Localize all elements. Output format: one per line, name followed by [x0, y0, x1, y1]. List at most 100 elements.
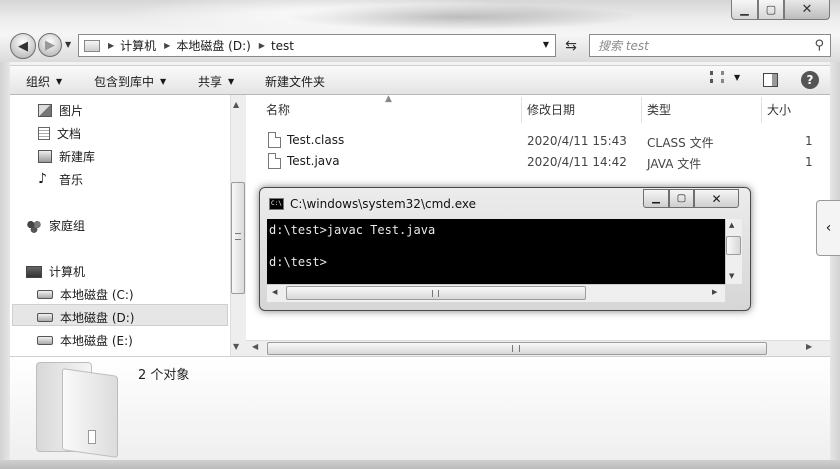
cmd-window-title: C:\windows\system32\cmd.exe — [290, 197, 476, 211]
folder-icon — [84, 39, 100, 52]
chevron-down-icon: ▼ — [734, 72, 741, 82]
close-button[interactable]: ✕ — [784, 0, 830, 20]
minimize-icon: ▁ — [652, 193, 660, 204]
scroll-right-icon[interactable]: ▶ — [806, 342, 812, 351]
include-in-library-button[interactable]: 包含到库中 ▼ — [94, 73, 166, 90]
chevron-down-icon: ▼ — [228, 77, 235, 86]
nav-item-music[interactable]: ♪ 音乐 — [38, 171, 83, 188]
share-label: 共享 — [198, 75, 223, 89]
scroll-up-icon[interactable]: ▲ — [233, 100, 239, 109]
window-bottom-border — [0, 460, 840, 469]
chevron-right-icon[interactable]: ▶ — [259, 41, 265, 50]
cmd-close-button[interactable]: ✕ — [694, 189, 739, 208]
chevron-right-icon[interactable]: ▶ — [108, 41, 114, 50]
window-left-border — [0, 62, 10, 462]
nav-item-drive-d[interactable]: 本地磁盘 (D:) — [37, 309, 134, 326]
column-header-date[interactable]: 修改日期 — [527, 101, 575, 118]
scroll-down-icon[interactable]: ▼ — [233, 342, 239, 351]
help-icon[interactable]: ? — [801, 71, 819, 89]
command-bar: 组织 ▼ 包含到库中 ▼ 共享 ▼ 新建文件夹 ▼ ? — [10, 65, 830, 95]
column-divider[interactable] — [761, 97, 762, 123]
details-pane — [10, 356, 830, 460]
file-row[interactable]: Test.java — [268, 153, 340, 169]
breadcrumb-test[interactable]: test — [271, 39, 294, 53]
close-icon: ✕ — [711, 191, 722, 206]
change-view-button[interactable]: ▼ — [710, 71, 740, 83]
nav-item-label: 家庭组 — [49, 219, 86, 233]
chevron-down-icon[interactable]: ▼ — [543, 40, 549, 49]
object-count: 2 个对象 — [138, 368, 190, 383]
refresh-button[interactable]: ⇆ — [560, 36, 582, 56]
preview-pane-icon[interactable] — [763, 73, 778, 87]
side-panel-toggle[interactable]: ‹ — [816, 200, 840, 256]
cmd-maximize-button[interactable]: ▢ — [669, 189, 694, 208]
column-header-name[interactable]: 名称 — [266, 101, 290, 118]
sort-ascending-icon: ▲ — [385, 94, 392, 104]
scrollbar-grip — [512, 345, 520, 352]
nav-item-label: 本地磁盘 (D:) — [60, 311, 135, 325]
chevron-left-icon: ‹ — [825, 220, 832, 236]
organize-label: 组织 — [26, 75, 51, 89]
console-line: d:\test>javac Test.java — [269, 223, 436, 237]
nav-item-label: 本地磁盘 (C:) — [60, 288, 134, 302]
file-name: Test.class — [287, 133, 345, 147]
scroll-left-icon[interactable]: ◀ — [272, 288, 277, 296]
scroll-down-icon[interactable]: ▼ — [729, 272, 734, 280]
search-input[interactable]: 搜索 test ⚲ — [589, 34, 831, 57]
console-vscrollbar-thumb[interactable] — [726, 236, 741, 255]
nav-item-computer[interactable]: 计算机 — [26, 263, 85, 280]
nav-item-label: 图片 — [59, 104, 84, 118]
file-icon — [268, 153, 281, 169]
new-folder-label: 新建文件夹 — [265, 75, 326, 89]
glass-reflection-dark — [280, 4, 640, 30]
breadcrumb-drive-d[interactable]: 本地磁盘 (D:) — [176, 37, 250, 54]
minimize-icon: ▁ — [740, 3, 749, 16]
new-folder-button[interactable]: 新建文件夹 — [265, 73, 325, 90]
scrollbar-grip — [432, 290, 439, 297]
drive-d-icon — [37, 313, 53, 322]
documents-icon — [38, 127, 50, 140]
search-icon[interactable]: ⚲ — [814, 38, 824, 53]
address-bar[interactable]: ▶ 计算机 ▶ 本地磁盘 (D:) ▶ test ▼ — [78, 34, 556, 57]
nav-item-label: 新建库 — [59, 150, 96, 164]
file-type: CLASS 文件 — [647, 136, 714, 150]
column-divider[interactable] — [521, 97, 522, 123]
window-right-border — [830, 62, 840, 462]
refresh-icon: ⇆ — [565, 38, 577, 54]
nav-item-label: 计算机 — [49, 265, 86, 279]
maximize-button[interactable]: ▢ — [758, 0, 784, 20]
nav-item-new-library[interactable]: 新建库 — [38, 148, 95, 165]
minimize-button[interactable]: ▁ — [731, 0, 758, 20]
scroll-right-icon[interactable]: ▶ — [712, 288, 717, 296]
back-button[interactable]: ◀ — [10, 33, 36, 59]
breadcrumb-computer[interactable]: 计算机 — [120, 37, 156, 54]
recent-pages-dropdown[interactable]: ▼ — [65, 40, 71, 49]
share-button[interactable]: 共享 ▼ — [198, 73, 234, 90]
pictures-icon — [38, 104, 52, 117]
search-placeholder: 搜索 test — [598, 39, 649, 53]
column-header-type[interactable]: 类型 — [647, 101, 671, 118]
organize-button[interactable]: 组织 ▼ — [26, 73, 62, 90]
maximize-icon: ▢ — [765, 3, 777, 16]
column-divider[interactable] — [641, 97, 642, 123]
nav-item-label: 文档 — [57, 127, 82, 141]
cmd-minimize-button[interactable]: ▁ — [643, 189, 669, 208]
nav-item-homegroup[interactable]: 家庭组 — [26, 217, 85, 234]
scroll-left-icon[interactable]: ◀ — [252, 342, 258, 351]
nav-item-drive-e[interactable]: 本地磁盘 (E:) — [37, 332, 133, 349]
chevron-right-icon[interactable]: ▶ — [164, 41, 170, 50]
column-header-size[interactable]: 大小 — [767, 101, 791, 118]
file-icon — [268, 132, 281, 148]
file-row[interactable]: Test.class — [268, 132, 344, 148]
file-size: 1 — [805, 155, 813, 169]
file-size: 1 — [805, 134, 813, 148]
nav-item-pictures[interactable]: 图片 — [38, 102, 83, 119]
arrow-left-icon: ◀ — [18, 38, 28, 54]
nav-item-label: 音乐 — [59, 173, 84, 187]
forward-button[interactable]: ▶ — [38, 33, 62, 57]
console-icon: C:\ — [269, 198, 284, 210]
nav-item-drive-c[interactable]: 本地磁盘 (C:) — [37, 286, 134, 303]
scroll-up-icon[interactable]: ▲ — [729, 221, 734, 229]
nav-item-documents[interactable]: 文档 — [38, 125, 81, 142]
chevron-down-icon: ▼ — [160, 77, 167, 86]
